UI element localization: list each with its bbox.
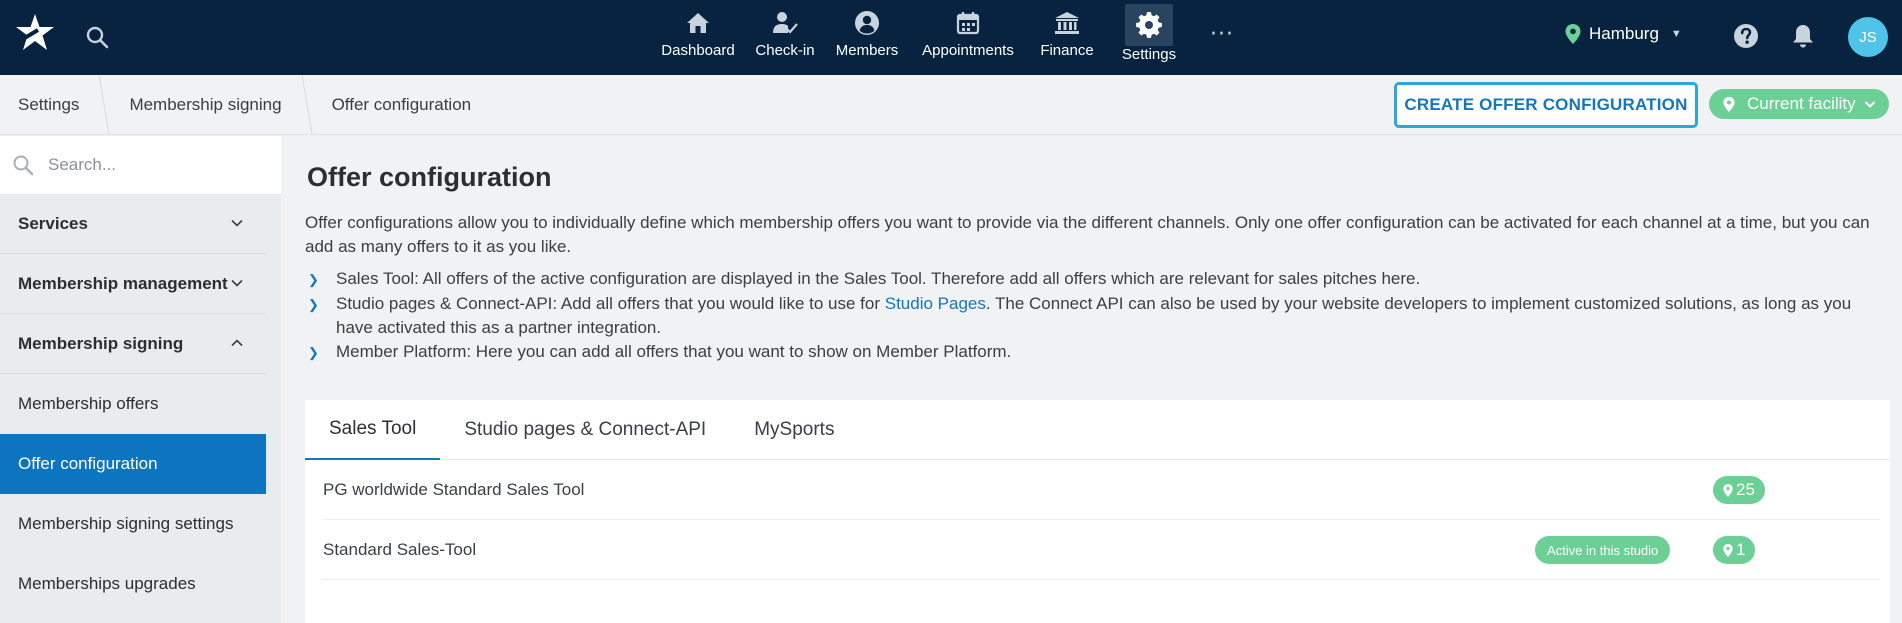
sidebar-item-offer-configuration[interactable]: Offer configuration	[0, 434, 266, 494]
help-icon[interactable]	[1733, 23, 1759, 49]
breadcrumb-membership-signing[interactable]: Membership signing	[111, 75, 299, 134]
table-row[interactable]: PG worldwide Standard Sales Tool 25	[323, 460, 1880, 520]
nav-check-in[interactable]: Check-in	[745, 0, 825, 75]
chevron-right-icon: ❯	[308, 345, 319, 360]
page-title: Offer configuration	[307, 162, 552, 192]
studio-pages-link[interactable]: Studio Pages	[885, 294, 986, 313]
nav-label: Appointments	[922, 42, 1014, 59]
facility-count: 1	[1736, 540, 1746, 559]
nav-label: Finance	[1040, 42, 1094, 59]
list-item: ❯ Studio pages & Connect-API: Add all of…	[308, 292, 1883, 340]
nav-appointments[interactable]: Appointments	[909, 0, 1027, 75]
sidebar-search	[0, 136, 281, 194]
configuration-name: Standard Sales-Tool	[323, 539, 477, 559]
star-logo-icon[interactable]	[14, 12, 56, 54]
tab-sales-tool[interactable]: Sales Tool	[305, 400, 441, 460]
sidebar-group-membership-signing[interactable]: Membership signing	[0, 314, 266, 374]
breadcrumb-bar: Settings Membership signing Offer config…	[0, 75, 1902, 135]
sidebar-item-label: Membership signing settings	[18, 514, 234, 533]
nav-finance[interactable]: Finance	[1027, 0, 1107, 75]
sidebar-item-label: Offer configuration	[18, 454, 158, 473]
nav-label: Check-in	[755, 42, 815, 59]
breadcrumb-settings[interactable]: Settings	[0, 75, 97, 134]
nav-members[interactable]: Members	[825, 0, 909, 75]
bullet-member-platform: Member Platform: Here you can add all of…	[336, 342, 1012, 361]
sidebar-item-memberships-upgrades[interactable]: Memberships upgrades	[0, 554, 266, 614]
bullet-studio-text: Studio pages & Connect-API: Add all offe…	[336, 294, 885, 313]
chevron-right-icon: ❯	[308, 297, 319, 312]
breadcrumb-separator	[98, 75, 110, 134]
nav-settings[interactable]: Settings	[1107, 0, 1191, 75]
sidebar-item-label: Membership management	[18, 273, 228, 293]
facility-count-badge[interactable]: 1	[1713, 536, 1756, 564]
sidebar-search-input[interactable]	[48, 155, 268, 175]
home-icon	[687, 13, 709, 33]
bullet-sales-tool: Sales Tool: All offers of the active con…	[336, 269, 1421, 288]
offer-configuration-card: Sales Tool Studio pages & Connect-API My…	[305, 400, 1890, 623]
checkin-icon	[773, 12, 798, 34]
sidebar-scrollbar[interactable]	[266, 194, 281, 623]
location-pin-icon	[1723, 543, 1733, 557]
location-label: Hamburg	[1589, 24, 1659, 43]
sidebar-item-membership-offers[interactable]: Membership offers	[0, 374, 266, 434]
tab-studio-pages-connect-api[interactable]: Studio pages & Connect-API	[440, 400, 730, 460]
user-avatar[interactable]: JS	[1848, 17, 1888, 57]
bullet-studio-pages: Studio pages & Connect-API: Add all offe…	[336, 292, 1883, 340]
bell-icon[interactable]	[1791, 23, 1815, 49]
bank-icon	[1055, 12, 1079, 34]
search-icon[interactable]	[84, 24, 110, 50]
sidebar-item-membership-signing-settings[interactable]: Membership signing settings	[0, 494, 266, 554]
current-facility-button[interactable]: Current facility	[1709, 89, 1889, 119]
breadcrumb: Settings Membership signing Offer config…	[0, 75, 489, 134]
channel-tabs: Sales Tool Studio pages & Connect-API My…	[305, 400, 1890, 460]
breadcrumb-separator	[301, 75, 313, 134]
chevron-down-icon	[231, 279, 243, 287]
facility-count-badge[interactable]: 25	[1713, 476, 1765, 504]
list-item: ❯ Member Platform: Here you can add all …	[308, 340, 1883, 365]
chevron-up-icon	[231, 339, 243, 347]
facility-label: Current facility	[1747, 94, 1856, 113]
members-icon	[855, 11, 879, 35]
more-icon[interactable]: ···	[1210, 22, 1234, 47]
settings-sidebar: Services Membership management Membershi…	[0, 136, 281, 623]
list-item: ❯ Sales Tool: All offers of the active c…	[308, 267, 1883, 292]
search-icon	[13, 155, 34, 176]
nav-dashboard[interactable]: Dashboard	[651, 0, 745, 75]
gear-icon	[1136, 12, 1162, 38]
nav-label: Settings	[1121, 46, 1177, 63]
facility-count: 25	[1736, 480, 1755, 499]
top-navigation-bar: Dashboard Check-in Members Appointments …	[0, 0, 1902, 75]
page-description: Offer configurations allow you to indivi…	[305, 213, 1870, 256]
main-nav: Dashboard Check-in Members Appointments …	[651, 0, 1191, 75]
status-badge: Active in this studio	[1535, 536, 1671, 564]
sidebar-item-label: Membership offers	[18, 394, 159, 413]
caret-down-icon: ▼	[1670, 28, 1682, 40]
sidebar-item-label: Memberships upgrades	[18, 574, 196, 593]
sidebar-group-services[interactable]: Services	[0, 194, 266, 254]
configuration-name: PG worldwide Standard Sales Tool	[323, 479, 585, 499]
location-pin-icon	[1723, 96, 1735, 112]
sidebar-item-label: Services	[18, 213, 88, 233]
table-row[interactable]: Standard Sales-Tool Active in this studi…	[323, 520, 1880, 580]
nav-label: Dashboard	[661, 42, 735, 59]
chevron-right-icon: ❯	[308, 272, 319, 287]
sidebar-list: Services Membership management Membershi…	[0, 194, 266, 614]
location-pin-icon	[1565, 24, 1581, 44]
tab-mysports[interactable]: MySports	[730, 400, 858, 460]
calendar-icon	[956, 12, 980, 35]
nav-label: Members	[835, 42, 899, 59]
chevron-down-icon	[231, 219, 243, 227]
create-offer-configuration-button[interactable]: CREATE OFFER CONFIGURATION	[1394, 82, 1698, 128]
location-selector[interactable]: Hamburg ▼	[1565, 24, 1682, 44]
sidebar-group-membership-management[interactable]: Membership management	[0, 254, 266, 314]
location-pin-icon	[1723, 483, 1733, 497]
channel-info-list: ❯ Sales Tool: All offers of the active c…	[308, 267, 1883, 365]
breadcrumb-offer-configuration: Offer configuration	[331, 94, 472, 114]
sidebar-item-label: Membership signing	[18, 333, 184, 353]
chevron-down-icon	[1864, 101, 1875, 108]
